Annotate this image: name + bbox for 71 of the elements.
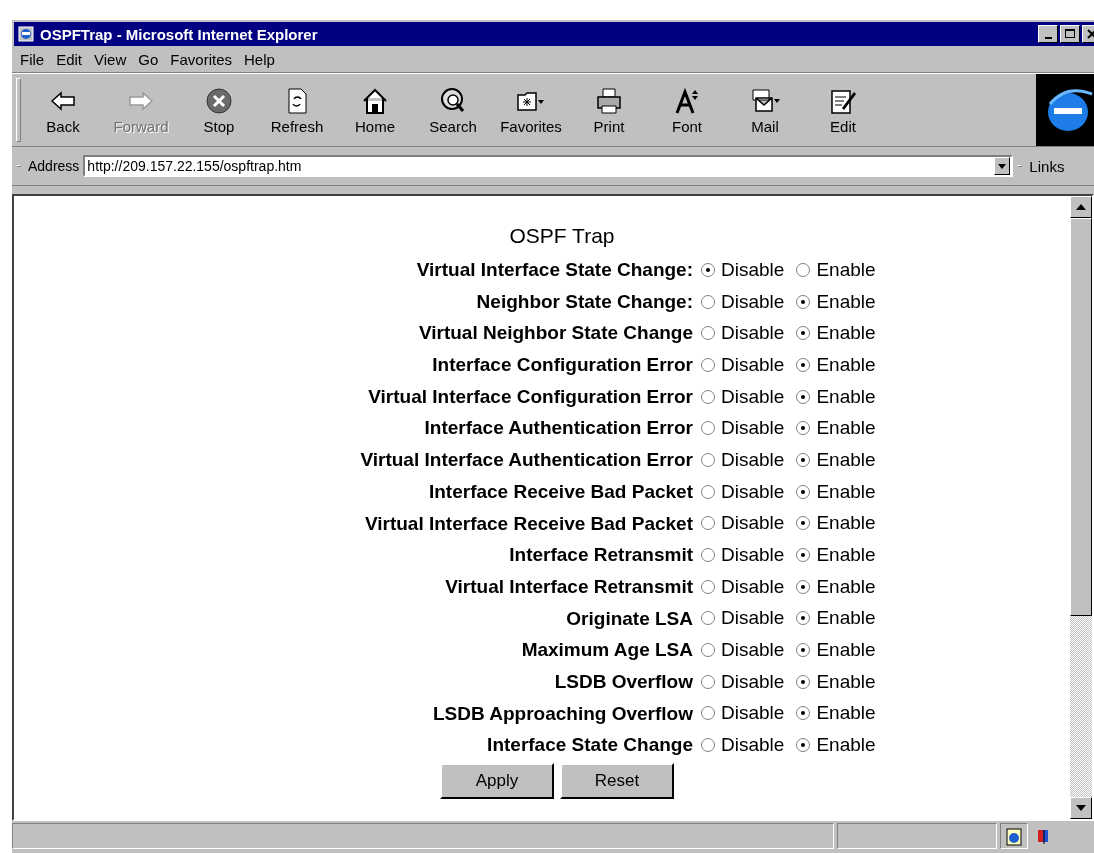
setting-label: Interface Receive Bad Packet [427,479,693,504]
option-label[interactable]: Enable [816,480,876,503]
option-label[interactable]: Disable [721,575,785,598]
option-label[interactable]: Enable [816,385,876,408]
option-label[interactable]: Disable [721,290,785,313]
option-label[interactable]: Disable [721,702,785,725]
option-label[interactable]: Enable [816,290,876,313]
toolbar-button[interactable]: Refresh [258,74,336,146]
toolbar-button[interactable]: Favorites [492,74,570,146]
toolbar-button[interactable]: Print [570,74,648,146]
setting-label: LSDB Approaching Overflow [431,701,693,726]
form-button[interactable]: Reset [560,763,674,799]
form-button[interactable]: Apply [440,763,554,799]
setting-label: Maximum Age LSA [520,638,693,663]
option-label[interactable]: Enable [816,258,876,281]
option-label[interactable]: Enable [816,448,876,471]
setting-label: Virtual Interface Configuration Error [367,384,693,409]
setting-label: Virtual Interface Authentication Error [360,448,693,473]
option-label[interactable]: Disable [721,480,785,503]
toolbar-button[interactable]: Home [336,74,414,146]
toolbar-button[interactable]: Search [414,74,492,146]
setting-label: Interface Authentication Error [423,416,693,441]
option-label[interactable]: Disable [721,448,785,471]
address-field[interactable]: http://209.157.22.155/ospftrap.htm [83,155,1014,177]
setting-label: Interface Retransmit [508,543,693,568]
setting-label: Originate LSA [565,606,693,631]
option-label[interactable]: Enable [816,702,876,725]
option-label[interactable]: Enable [816,575,876,598]
menu-item[interactable]: View [88,50,133,68]
menu-item[interactable]: Help [238,50,281,68]
option-label[interactable]: Disable [721,544,785,567]
option-label[interactable]: Enable [816,734,876,757]
window-title: OSPFTrap - Microsoft Internet Explorer [40,25,319,43]
setting-label: Virtual Interface Receive Bad Packet [363,511,693,536]
option-label[interactable]: Enable [816,607,876,630]
option-label[interactable]: Disable [721,385,785,408]
toolbar-button[interactable]: Edit [804,74,882,146]
setting-label: LSDB Overflow [553,669,693,694]
setting-label: Virtual Neighbor State Change [417,321,693,346]
menu-item[interactable]: Go [132,50,165,68]
address-label: Address [28,158,80,174]
option-label[interactable]: Enable [816,512,876,535]
option-label[interactable]: Disable [721,353,785,376]
option-label[interactable]: Disable [721,734,785,757]
option-label[interactable]: Disable [721,322,785,345]
option-label[interactable]: Disable [721,512,785,535]
toolbar-button[interactable]: Font [648,74,726,146]
option-label[interactable]: Disable [721,639,785,662]
menu-item[interactable]: Favorites [164,50,238,68]
links-button[interactable]: Links [1029,157,1065,175]
option-label[interactable]: Disable [721,670,785,693]
option-label[interactable]: Disable [721,258,785,281]
setting-label: Virtual Interface Retransmit [444,574,693,599]
page-heading: OSPF Trap [508,224,615,248]
option-label[interactable]: Enable [816,417,876,440]
toolbar-button[interactable]: Mail [726,74,804,146]
option-label[interactable]: Enable [816,670,876,693]
option-label[interactable]: Enable [816,544,876,567]
toolbar-button[interactable]: Stop [180,74,258,146]
option-label[interactable]: Enable [816,353,876,376]
option-label[interactable]: Disable [721,607,785,630]
option-label[interactable]: Enable [816,322,876,345]
toolbar-button[interactable]: Back [24,74,102,146]
option-label[interactable]: Disable [721,417,785,440]
setting-label: Interface Configuration Error [431,353,693,378]
menu-item[interactable]: File [14,50,51,68]
option-label[interactable]: Enable [816,639,876,662]
menu-item[interactable]: Edit [50,50,89,68]
setting-label: Virtual Interface State Change: [415,258,693,282]
setting-label: Neighbor State Change: [475,289,693,314]
setting-label: Interface State Change [486,733,693,758]
